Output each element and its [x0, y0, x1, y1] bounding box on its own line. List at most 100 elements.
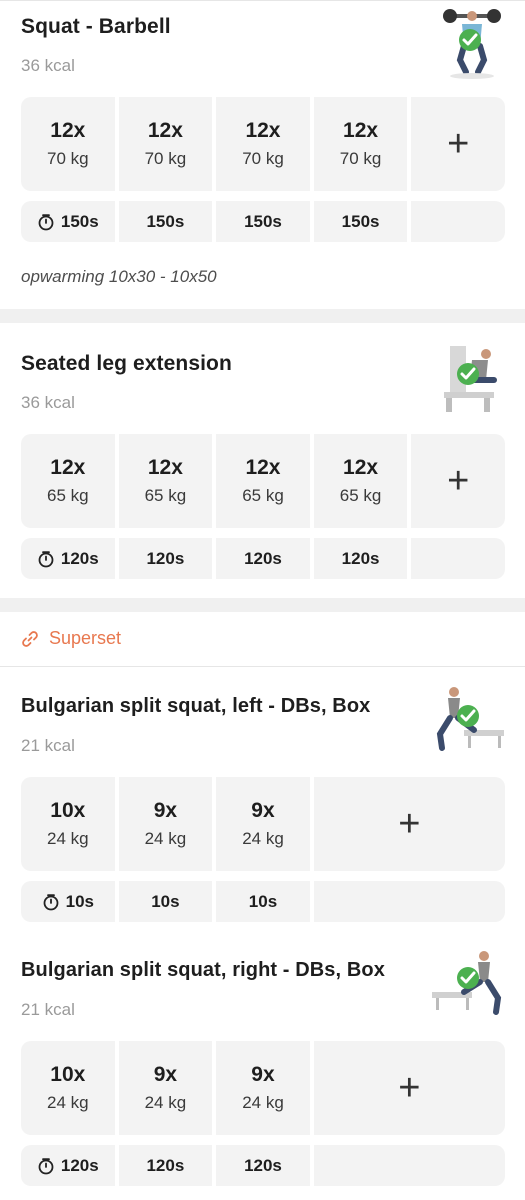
add-set-button[interactable]: + — [411, 97, 505, 191]
set-cell[interactable]: 12x 65 kg — [21, 434, 115, 528]
set-cell[interactable]: 9x 24 kg — [216, 1041, 310, 1135]
set-reps: 9x — [251, 1063, 275, 1086]
set-cell[interactable]: 12x 70 kg — [216, 97, 310, 191]
rest-cell[interactable]: 120s — [216, 1145, 310, 1186]
rests-row: 120s 120s 120s — [21, 1145, 505, 1186]
set-weight: 24 kg — [242, 829, 284, 848]
sets-row: 10x 24 kg 9x 24 kg 9x 24 kg + — [21, 777, 505, 871]
superset-header[interactable]: Superset — [21, 628, 121, 649]
exercise-thumbnail[interactable] — [428, 682, 508, 758]
exercise-thumbnail[interactable] — [432, 4, 512, 80]
set-cell[interactable]: 12x 70 kg — [313, 97, 408, 191]
section-divider — [0, 598, 525, 612]
set-cell[interactable]: 12x 65 kg — [216, 434, 310, 528]
set-cell[interactable]: 12x 65 kg — [313, 434, 408, 528]
exercise-title[interactable]: Bulgarian split squat, left - DBs, Box — [21, 695, 370, 718]
set-weight: 65 kg — [144, 486, 187, 505]
exercise-title[interactable]: Squat - Barbell — [21, 15, 171, 39]
timer-icon — [37, 213, 55, 231]
timer-icon — [37, 550, 55, 568]
set-cell[interactable]: 9x 24 kg — [118, 777, 213, 871]
set-cell[interactable]: 12x 70 kg — [118, 97, 213, 191]
set-weight: 24 kg — [47, 829, 89, 848]
rest-empty-cell — [313, 1145, 505, 1186]
link-icon — [21, 630, 39, 648]
rest-cell[interactable]: 120s — [21, 538, 115, 579]
set-weight: 24 kg — [144, 1093, 187, 1112]
rests-row: 120s 120s 120s 120s — [21, 538, 505, 579]
rest-value: 150s — [244, 211, 282, 231]
set-cell[interactable]: 10x 24 kg — [21, 777, 115, 871]
rest-cell[interactable]: 150s — [21, 201, 115, 242]
set-reps: 10x — [50, 799, 86, 822]
exercise-kcal: 21 kcal — [21, 736, 75, 755]
set-weight: 70 kg — [144, 149, 187, 168]
rest-empty-cell — [411, 201, 505, 242]
set-weight: 24 kg — [47, 1093, 89, 1112]
rest-value: 120s — [244, 1155, 282, 1175]
rest-cell[interactable]: 120s — [21, 1145, 115, 1186]
set-weight: 65 kg — [242, 486, 284, 505]
set-cell[interactable]: 9x 24 kg — [118, 1041, 213, 1135]
exercise-thumbnail[interactable] — [428, 946, 508, 1022]
rest-cell[interactable]: 150s — [216, 201, 310, 242]
exercise-title[interactable]: Bulgarian split squat, right - DBs, Box — [21, 959, 385, 982]
set-weight: 70 kg — [339, 149, 382, 168]
set-reps: 12x — [245, 456, 281, 479]
add-set-button[interactable]: + — [411, 434, 505, 528]
set-reps: 10x — [50, 1063, 86, 1086]
rest-cell[interactable]: 120s — [313, 538, 408, 579]
rest-cell[interactable]: 150s — [118, 201, 213, 242]
set-reps: 12x — [245, 119, 281, 142]
rest-empty-cell — [411, 538, 505, 579]
sets-row: 12x 65 kg 12x 65 kg 12x 65 kg 12x 65 kg + — [21, 434, 505, 528]
exercise-title[interactable]: Seated leg extension — [21, 352, 232, 376]
set-cell[interactable]: 9x 24 kg — [216, 777, 310, 871]
timer-icon — [42, 893, 60, 911]
rest-value: 120s — [146, 1155, 185, 1175]
set-reps: 9x — [153, 1063, 178, 1086]
rest-value: 150s — [341, 211, 380, 231]
add-set-button[interactable]: + — [313, 1041, 505, 1135]
set-weight: 65 kg — [47, 486, 89, 505]
section-divider — [0, 309, 525, 323]
rest-value: 120s — [244, 548, 282, 568]
set-reps: 9x — [153, 799, 178, 822]
rest-cell[interactable]: 10s — [216, 881, 310, 922]
plus-icon: + — [447, 123, 470, 165]
set-cell[interactable]: 12x 70 kg — [21, 97, 115, 191]
rest-cell[interactable]: 150s — [313, 201, 408, 242]
set-weight: 70 kg — [242, 149, 284, 168]
rest-cell[interactable]: 120s — [118, 1145, 213, 1186]
superset-divider — [0, 666, 525, 667]
rest-cell[interactable]: 120s — [216, 538, 310, 579]
set-reps: 12x — [343, 456, 379, 479]
exercise-thumbnail[interactable] — [430, 340, 510, 416]
exercise-note[interactable]: opwarming 10x30 - 10x50 — [21, 267, 217, 287]
superset-label: Superset — [49, 628, 122, 648]
plus-icon: + — [398, 803, 421, 845]
set-cell[interactable]: 10x 24 kg — [21, 1041, 115, 1135]
set-weight: 24 kg — [242, 1093, 284, 1112]
rests-row: 10s 10s 10s — [21, 881, 505, 922]
rests-row: 150s 150s 150s 150s — [21, 201, 505, 242]
split-squat-figure-icon — [432, 951, 502, 1015]
leg-extension-figure-icon — [444, 346, 497, 412]
set-weight: 24 kg — [144, 829, 187, 848]
add-set-button[interactable]: + — [313, 777, 505, 871]
sets-row: 12x 70 kg 12x 70 kg 12x 70 kg 12x 70 kg + — [21, 97, 505, 191]
exercise-kcal: 36 kcal — [21, 56, 75, 75]
set-cell[interactable]: 12x 65 kg — [118, 434, 213, 528]
rest-cell[interactable]: 120s — [118, 538, 213, 579]
exercise-kcal: 36 kcal — [21, 393, 75, 412]
rest-cell[interactable]: 10s — [21, 881, 115, 922]
split-squat-figure-icon — [436, 687, 504, 751]
top-divider — [0, 0, 525, 1]
rest-value: 10s — [151, 891, 180, 911]
set-reps: 12x — [50, 456, 86, 479]
set-reps: 12x — [147, 456, 183, 479]
rest-value: 120s — [60, 548, 99, 568]
rest-value: 10s — [65, 891, 94, 911]
rest-cell[interactable]: 10s — [118, 881, 213, 922]
sets-row: 10x 24 kg 9x 24 kg 9x 24 kg + — [21, 1041, 505, 1135]
